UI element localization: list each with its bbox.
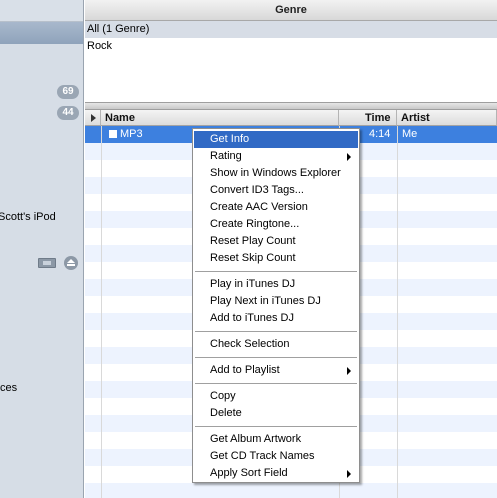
menu-item-label: Apply Sort Field bbox=[210, 467, 288, 479]
menu-item-create-aac-version[interactable]: Create AAC Version bbox=[193, 199, 359, 216]
menu-item-label: Get CD Track Names bbox=[210, 450, 315, 462]
expand-arrow-icon[interactable] bbox=[85, 110, 101, 126]
source-sidebar: 69 44 Scott's iPod ces bbox=[0, 0, 84, 498]
count-badge: 69 bbox=[57, 85, 79, 99]
column-header-name[interactable]: Name bbox=[101, 110, 339, 126]
menu-item-label: Create AAC Version bbox=[210, 201, 308, 213]
menu-item-apply-sort-field[interactable]: Apply Sort Field bbox=[193, 465, 359, 482]
genre-column-header[interactable]: Genre bbox=[85, 0, 497, 21]
column-divider bbox=[101, 126, 102, 498]
column-header-time[interactable]: Time bbox=[339, 110, 397, 126]
menu-item-label: Add to Playlist bbox=[210, 364, 280, 376]
context-menu: Get Info Rating Show in Windows Explorer Co… bbox=[192, 128, 360, 483]
menu-item-convert-id3-tags[interactable]: Convert ID3 Tags... bbox=[193, 182, 359, 199]
menu-item-label: Play in iTunes DJ bbox=[210, 278, 296, 290]
submenu-arrow-icon bbox=[347, 470, 351, 478]
menu-item-label: Check Selection bbox=[210, 338, 290, 350]
menu-item-copy[interactable]: Copy bbox=[193, 388, 359, 405]
menu-item-reset-skip-count[interactable]: Reset Skip Count bbox=[193, 250, 359, 267]
menu-separator bbox=[193, 353, 359, 362]
eject-icon[interactable] bbox=[64, 256, 78, 270]
menu-item-rating[interactable]: Rating bbox=[193, 148, 359, 165]
menu-item-get-album-artwork[interactable]: Get Album Artwork bbox=[193, 431, 359, 448]
menu-item-label: Get Album Artwork bbox=[210, 433, 302, 445]
sidebar-header bbox=[0, 0, 83, 22]
menu-item-check-selection[interactable]: Check Selection bbox=[193, 336, 359, 353]
menu-item-label: Convert ID3 Tags... bbox=[210, 184, 304, 196]
menu-item-show-in-windows-explorer[interactable]: Show in Windows Explorer bbox=[193, 165, 359, 182]
track-time: 4:14 bbox=[369, 128, 391, 140]
menu-item-label: Add to iTunes DJ bbox=[210, 312, 294, 324]
menu-item-get-cd-track-names[interactable]: Get CD Track Names bbox=[193, 448, 359, 465]
column-header-artist[interactable]: Artist bbox=[397, 110, 497, 126]
ipod-capacity-icon bbox=[38, 258, 56, 268]
column-divider bbox=[397, 126, 398, 498]
track-artist: Me bbox=[402, 128, 418, 140]
track-name: MP3 bbox=[120, 128, 143, 140]
menu-separator bbox=[193, 267, 359, 276]
sidebar-item-selected[interactable] bbox=[0, 22, 83, 44]
track-checkbox[interactable] bbox=[109, 130, 117, 138]
menu-item-label: Copy bbox=[210, 390, 236, 402]
count-badge: 44 bbox=[57, 106, 79, 120]
menu-item-label: Show in Windows Explorer bbox=[210, 167, 341, 179]
menu-item-play-next-in-itunes-dj[interactable]: Play Next in iTunes DJ bbox=[193, 293, 359, 310]
menu-item-get-info[interactable]: Get Info bbox=[194, 131, 358, 148]
genre-browser: Genre All (1 Genre) Rock bbox=[85, 0, 497, 102]
sidebar-item-partial[interactable]: ces bbox=[0, 382, 17, 394]
submenu-arrow-icon bbox=[347, 367, 351, 375]
menu-item-add-to-playlist[interactable]: Add to Playlist bbox=[193, 362, 359, 379]
genre-item-all[interactable]: All (1 Genre) bbox=[85, 21, 497, 38]
submenu-arrow-icon bbox=[347, 153, 351, 161]
sidebar-item-ipod[interactable]: Scott's iPod bbox=[0, 211, 56, 223]
menu-item-label: Get Info bbox=[210, 133, 250, 145]
menu-separator bbox=[193, 327, 359, 336]
table-row-empty bbox=[85, 483, 497, 498]
menu-item-label: Rating bbox=[210, 150, 242, 162]
menu-item-add-to-itunes-dj[interactable]: Add to iTunes DJ bbox=[193, 310, 359, 327]
menu-item-label: Reset Play Count bbox=[210, 235, 296, 247]
menu-separator bbox=[193, 422, 359, 431]
genre-item-rock[interactable]: Rock bbox=[85, 38, 497, 55]
menu-item-label: Reset Skip Count bbox=[210, 252, 296, 264]
menu-item-label: Create Ringtone... bbox=[210, 218, 300, 230]
menu-separator bbox=[193, 379, 359, 388]
menu-item-create-ringtone[interactable]: Create Ringtone... bbox=[193, 216, 359, 233]
menu-item-label: Play Next in iTunes DJ bbox=[210, 295, 321, 307]
browser-splitter[interactable] bbox=[85, 102, 497, 110]
menu-item-delete[interactable]: Delete bbox=[193, 405, 359, 422]
menu-item-label: Delete bbox=[210, 407, 242, 419]
menu-item-play-in-itunes-dj[interactable]: Play in iTunes DJ bbox=[193, 276, 359, 293]
menu-item-reset-play-count[interactable]: Reset Play Count bbox=[193, 233, 359, 250]
